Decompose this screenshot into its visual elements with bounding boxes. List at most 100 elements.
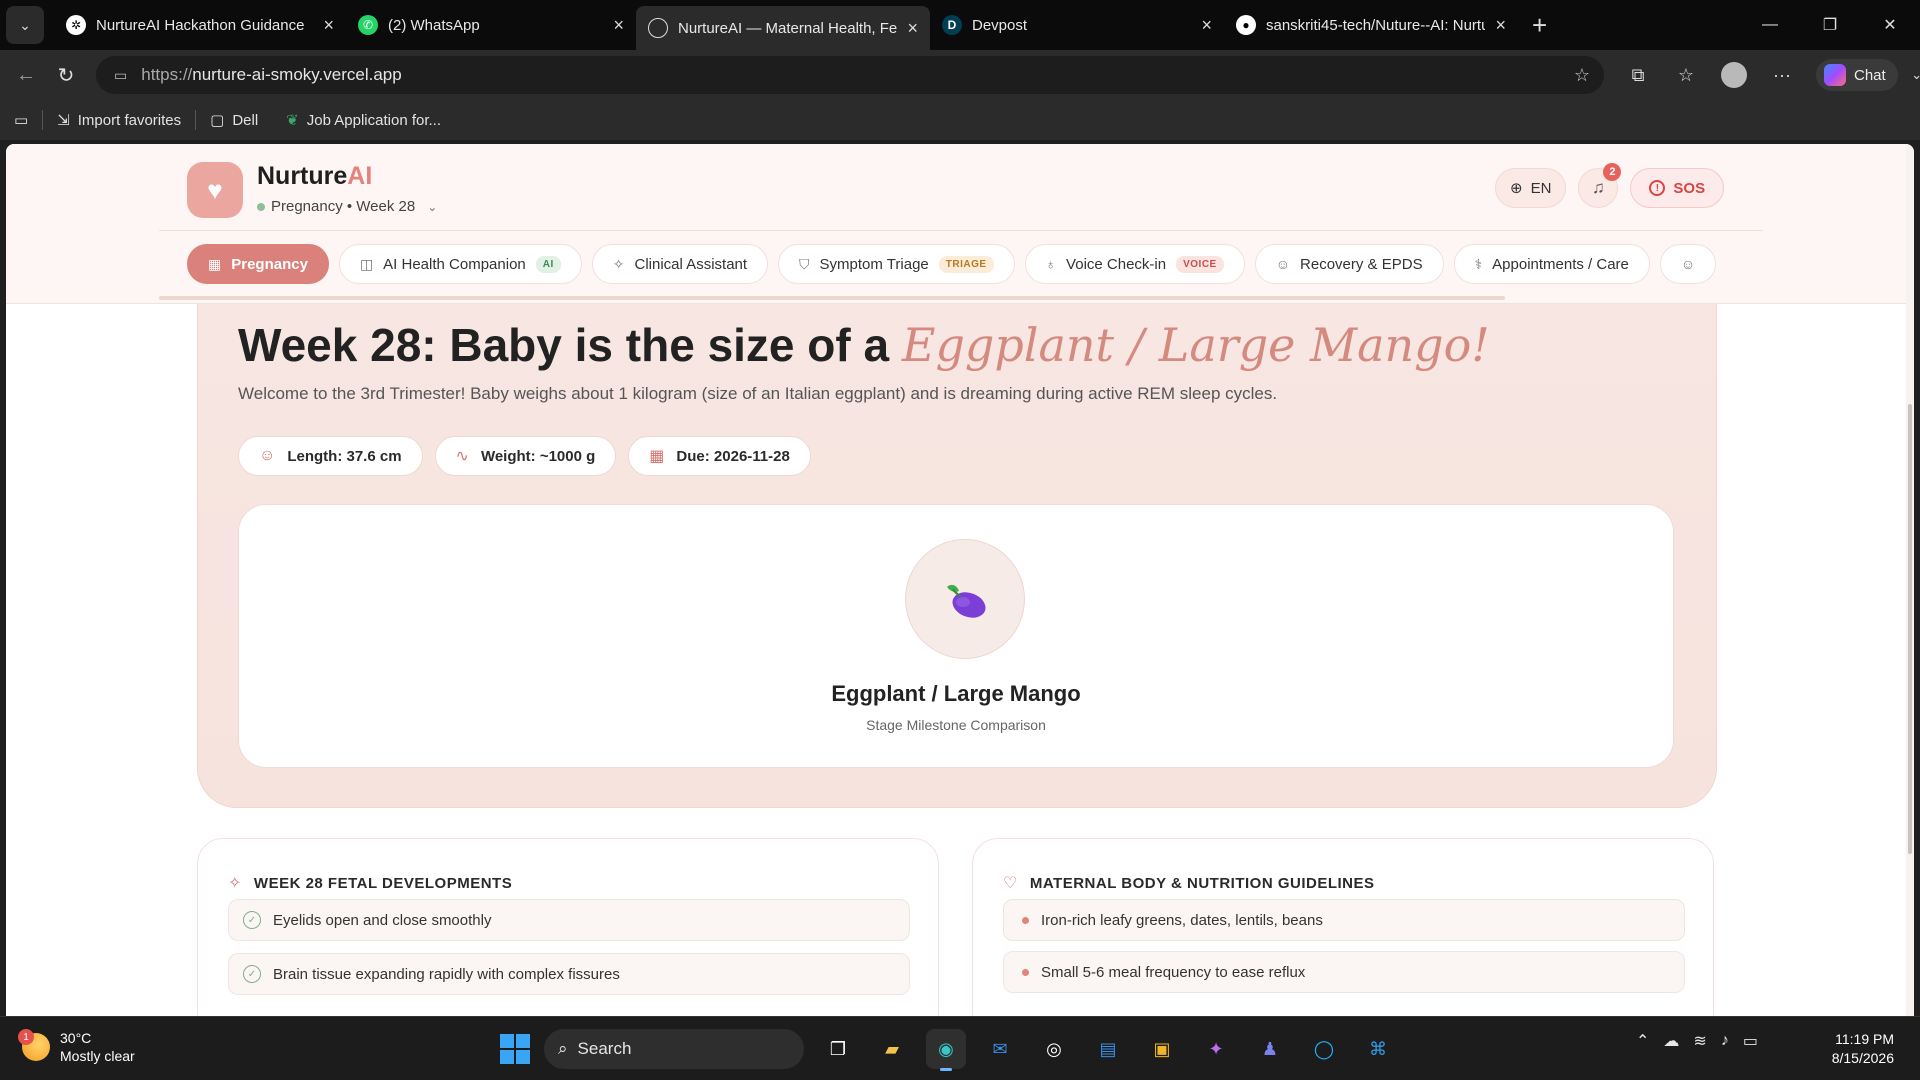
nav-appointments-care[interactable]: ⚕ Appointments / Care — [1453, 244, 1650, 284]
language-button[interactable]: ⊕ EN — [1495, 168, 1567, 208]
close-window-icon[interactable]: ✕ — [1860, 15, 1920, 35]
more-options-icon[interactable]: ··· — [1760, 65, 1804, 86]
site-info-icon[interactable]: ▭ — [114, 67, 127, 84]
length-chip: ☺ Length: 37.6 cm — [238, 436, 423, 476]
whatsapp-icon: ✆ — [358, 15, 378, 35]
back-arrow-icon[interactable]: ← — [6, 64, 46, 87]
main-nav: ▦ Pregnancy ◫ AI Health Companion AI ✧ Clini… — [187, 244, 1763, 286]
restore-icon[interactable]: ❐ — [1800, 15, 1860, 35]
volume-icon[interactable]: ♪ — [1721, 1032, 1729, 1050]
extensions-icon[interactable]: ⧉ — [1616, 65, 1660, 86]
nav-more-truncated[interactable]: ☺ — [1659, 244, 1717, 284]
tab-actions-icon[interactable]: ▭ — [0, 111, 42, 129]
bookmark-leaf-icon: ❦ — [286, 112, 299, 129]
maternal-nutrition-card: ♡ MATERNAL BODY & NUTRITION GUIDELINES Ir… — [972, 838, 1714, 1016]
windows-taskbar: 1 30°C Mostly clear ⌕ Search ❐ ▰ ◉ ✉ ◎ ▤ ▣… — [0, 1016, 1920, 1080]
job-application-link[interactable]: ❦ Job Application for... — [272, 111, 455, 130]
nav-recovery-epds[interactable]: ☺ Recovery & EPDS — [1254, 244, 1444, 284]
start-windows-icon[interactable] — [500, 1034, 530, 1064]
taskbar-clock[interactable]: 11:19 PM 8/15/2026 — [1832, 1030, 1894, 1068]
task-view-icon[interactable]: ❐ — [818, 1029, 858, 1069]
stage-selector[interactable]: Pregnancy • Week 28 ⌄ — [257, 198, 437, 215]
tab-actions-menu[interactable]: ⌄ — [6, 6, 44, 44]
browser-tab[interactable]: D Devpost × — [930, 6, 1224, 44]
grid-icon: ▦ — [208, 255, 222, 272]
chevron-down-icon[interactable]: ⌄ — [1902, 67, 1920, 83]
weight-chip: ∿ Weight: ~1000 g — [434, 436, 617, 476]
nav-clinical-assistant[interactable]: ✧ Clinical Assistant — [591, 244, 769, 284]
edge-browser-icon[interactable]: ◉ — [926, 1029, 966, 1071]
milestone-comparison-card: Eggplant / Large Mango Stage Milestone C… — [238, 504, 1674, 768]
nav-scroll-indicator — [159, 296, 1505, 300]
weather-widget[interactable]: 1 30°C Mostly clear — [18, 1029, 135, 1065]
nav-symptom-triage[interactable]: ⛉ Symptom Triage TRIAGE — [778, 244, 1015, 284]
page-viewport: Week 28: Baby is the size of a Eggplant … — [6, 144, 1914, 1016]
nav-ai-health-companion[interactable]: ◫ AI Health Companion AI — [338, 244, 582, 284]
sos-button[interactable]: ! SOS — [1630, 168, 1725, 208]
page-scrollbar[interactable] — [1906, 144, 1914, 1016]
close-icon[interactable]: × — [1495, 15, 1506, 36]
fetal-developments-title: ✧ WEEK 28 FETAL DEVELOPMENTS — [228, 874, 513, 893]
baby-icon: ☺ — [259, 447, 276, 464]
browser-tab[interactable]: ● sanskriti45-tech/Nuture--AI: Nurtu × — [1224, 6, 1518, 44]
close-icon[interactable]: × — [1201, 15, 1212, 36]
close-icon[interactable]: × — [907, 18, 918, 39]
dell-folder-link[interactable]: ▢ Dell — [196, 111, 272, 130]
app-icon[interactable]: ▤ — [1088, 1029, 1128, 1069]
heart-logo-icon[interactable]: ♥ — [187, 162, 243, 218]
folder-icon: ▢ — [210, 112, 225, 129]
import-favorites-link[interactable]: ⇲ Import favorites — [43, 111, 195, 130]
alert-circle-icon: ! — [1649, 180, 1666, 196]
chevron-up-icon[interactable]: ⌃ — [1636, 1031, 1649, 1051]
globe-icon — [648, 18, 668, 38]
sparkles-icon: ✧ — [228, 875, 242, 892]
calendar-icon: ▦ — [649, 448, 665, 465]
onedrive-cloud-icon[interactable]: ☁ — [1663, 1031, 1679, 1051]
close-icon[interactable]: × — [613, 15, 624, 36]
vscode-icon[interactable]: ⌘ — [1358, 1029, 1398, 1069]
browser-toolbar-right: ⧉ ☆ ··· Chat ⌄ — [1616, 50, 1920, 100]
nav-voice-check-in[interactable]: ♁ Voice Check-in VOICE — [1024, 244, 1245, 284]
alexa-icon[interactable]: ◯ — [1304, 1029, 1344, 1069]
browser-tab[interactable]: ✲ NurtureAI Hackathon Guidance × — [54, 6, 346, 44]
fetal-developments-card: ✧ WEEK 28 FETAL DEVELOPMENTS ✓ Eyelids ope… — [197, 838, 939, 1016]
heart-icon: ♡ — [1003, 875, 1018, 892]
status-dot — [257, 202, 265, 211]
browser-tab-active[interactable]: NurtureAI — Maternal Health, Feta × — [636, 6, 930, 50]
close-icon[interactable]: × — [323, 15, 334, 36]
new-tab-plus-icon[interactable]: + — [1532, 10, 1547, 41]
window-controls: — ❐ ✕ — [1740, 0, 1920, 50]
outlook-icon[interactable]: ✉ — [980, 1029, 1020, 1069]
microphone-icon: ♁ — [1045, 256, 1057, 272]
battery-icon[interactable]: ▭ — [1743, 1031, 1758, 1051]
minimize-icon[interactable]: — — [1740, 16, 1800, 34]
browser-tab[interactable]: ✆ (2) WhatsApp × — [346, 6, 636, 44]
address-bar[interactable]: ▭ https://nurture-ai-smoky.vercel.app ☆ — [96, 56, 1604, 94]
copilot-icon[interactable]: ✦ — [1196, 1029, 1236, 1069]
nav-pregnancy[interactable]: ▦ Pregnancy — [187, 244, 329, 284]
favorites-icon[interactable]: ☆ — [1664, 65, 1708, 86]
list-item: ✓ Brain tissue expanding rapidly with com… — [228, 953, 910, 995]
refresh-icon[interactable]: ↻ — [46, 63, 86, 88]
due-date-chip: ▦ Due: 2026-11-28 — [628, 436, 811, 476]
copilot-chat-button[interactable]: Chat — [1816, 59, 1898, 91]
list-item: ✓ Eyelids open and close smoothly — [228, 899, 910, 941]
favorite-star-icon[interactable]: ☆ — [1574, 65, 1590, 86]
copilot-icon — [1824, 64, 1846, 86]
github-icon: ● — [1236, 15, 1256, 35]
triage-tag: TRIAGE — [938, 255, 994, 273]
microsoft-store-icon[interactable]: ▣ — [1142, 1029, 1182, 1069]
header-actions: ⊕ EN ♫ 2 ! SOS — [1495, 163, 1725, 208]
scrollbar-thumb[interactable] — [1908, 404, 1912, 854]
dell-icon[interactable]: ◎ — [1034, 1029, 1074, 1069]
profile-avatar[interactable] — [1721, 62, 1747, 88]
list-item: Small 5-6 meal frequency to ease reflux — [1003, 951, 1685, 993]
teams-icon[interactable]: ♟ — [1250, 1029, 1290, 1069]
robot-icon: ◫ — [359, 255, 374, 272]
file-explorer-icon[interactable]: ▰ — [872, 1029, 912, 1069]
wifi-icon[interactable]: ≋ — [1693, 1031, 1706, 1051]
comparison-name: Eggplant / Large Mango — [831, 681, 1081, 706]
taskbar-search[interactable]: ⌕ Search — [544, 1029, 804, 1069]
stethoscope-icon: ⚕ — [1474, 255, 1483, 272]
notifications-button[interactable]: ♫ 2 — [1578, 163, 1622, 208]
